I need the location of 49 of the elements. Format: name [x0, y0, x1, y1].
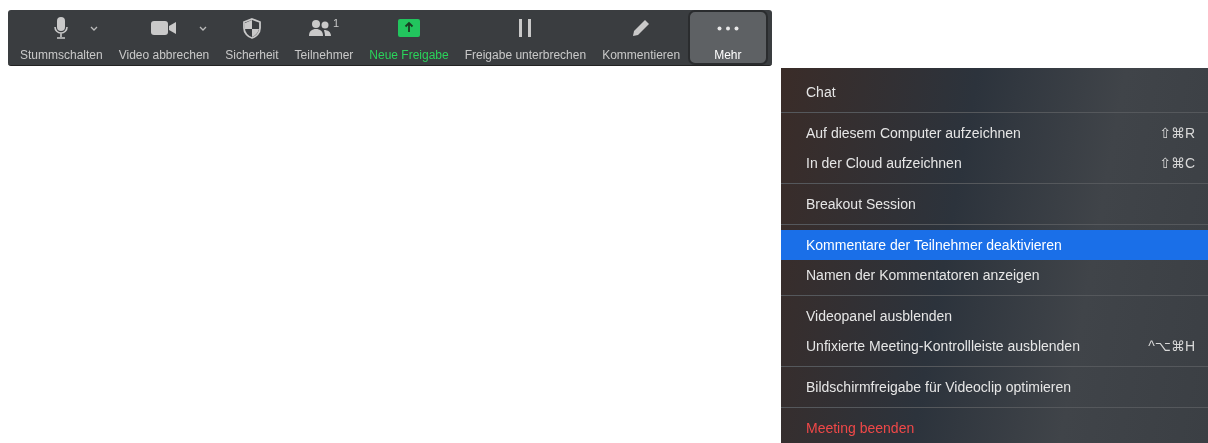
menu-item-label: Kommentare der Teilnehmer deaktivieren: [806, 237, 1062, 253]
participant-count: 1: [332, 17, 339, 29]
menu-item[interactable]: Bildschirmfreigabe für Videoclip optimieren: [781, 372, 1208, 402]
toolbar-button[interactable]: 1 Teilnehmer: [286, 10, 362, 65]
toolbar-label: Stummschalten: [20, 48, 103, 62]
toolbar-label: Teilnehmer: [294, 48, 354, 62]
toolbar-label: Sicherheit: [225, 48, 279, 62]
keyboard-shortcut: ⇧⌘R: [1159, 125, 1195, 141]
toolbar-label: Mehr: [714, 48, 742, 62]
pause-icon: [518, 19, 533, 37]
people-icon: [308, 19, 333, 37]
toolbar-label: Video abbrechen: [118, 48, 210, 62]
toolbar-button[interactable]: Stummschalten: [12, 10, 111, 65]
caret-icon[interactable]: [90, 25, 99, 31]
menu-item[interactable]: In der Cloud aufzeichnen ⇧⌘C: [781, 148, 1208, 178]
menu-item-label: Videopanel ausblenden: [806, 308, 953, 324]
toolbar-button[interactable]: Kommentieren: [594, 10, 689, 65]
toolbar-button[interactable]: Video abbrechen: [110, 10, 218, 65]
menu-item[interactable]: Auf diesem Computer aufzeichnen ⇧⌘R: [781, 118, 1208, 148]
menu-item-label: Auf diesem Computer aufzeichnen: [806, 125, 1021, 141]
toolbar-button[interactable]: Freigabe unterbrechen: [456, 10, 595, 65]
video-camera-icon: [150, 20, 177, 36]
toolbar-label: Kommentieren: [602, 48, 681, 62]
caret-icon[interactable]: [198, 25, 207, 31]
shield-icon: [242, 17, 261, 39]
menu-item-label: In der Cloud aufzeichnen: [806, 155, 962, 171]
menu-item[interactable]: Kommentare der Teilnehmer deaktivieren: [781, 230, 1208, 260]
menu-item-label: Chat: [806, 84, 836, 100]
pencil-icon: [632, 19, 651, 37]
microphone-icon: [54, 17, 69, 39]
keyboard-shortcut: ^⌥⌘H: [1148, 338, 1195, 354]
menu-item[interactable]: Namen der Kommentatoren anzeigen: [781, 260, 1208, 290]
menu-item[interactable]: Meeting beenden: [781, 413, 1208, 443]
keyboard-shortcut: ⇧⌘C: [1159, 155, 1195, 171]
toolbar-button[interactable]: Sicherheit: [217, 10, 287, 65]
menu-item[interactable]: Unfixierte Meeting-Kontrollleiste ausblenden ^⌥⌘H: [781, 331, 1208, 361]
menu-item-label: Bildschirmfreigabe für Videoclip optimieren: [806, 379, 1072, 395]
menu-item-label: Unfixierte Meeting-Kontrollleiste ausblenden: [806, 338, 1080, 354]
menu-item-label: Namen der Kommentatoren anzeigen: [806, 267, 1040, 283]
menu-item-label: Meeting beenden: [806, 420, 915, 436]
more-icon: [716, 25, 739, 31]
menu-item[interactable]: Breakout Session: [781, 189, 1208, 219]
menu-item[interactable]: Chat: [781, 77, 1208, 107]
menu-item[interactable]: Videopanel ausblenden: [781, 301, 1208, 331]
toolbar-label: Neue Freigabe: [369, 48, 449, 62]
toolbar-button[interactable]: Mehr: [688, 10, 768, 65]
toolbar-button[interactable]: Neue Freigabe: [361, 10, 457, 65]
menu-item-label: Breakout Session: [806, 196, 916, 212]
toolbar-label: Freigabe unterbrechen: [464, 48, 587, 62]
